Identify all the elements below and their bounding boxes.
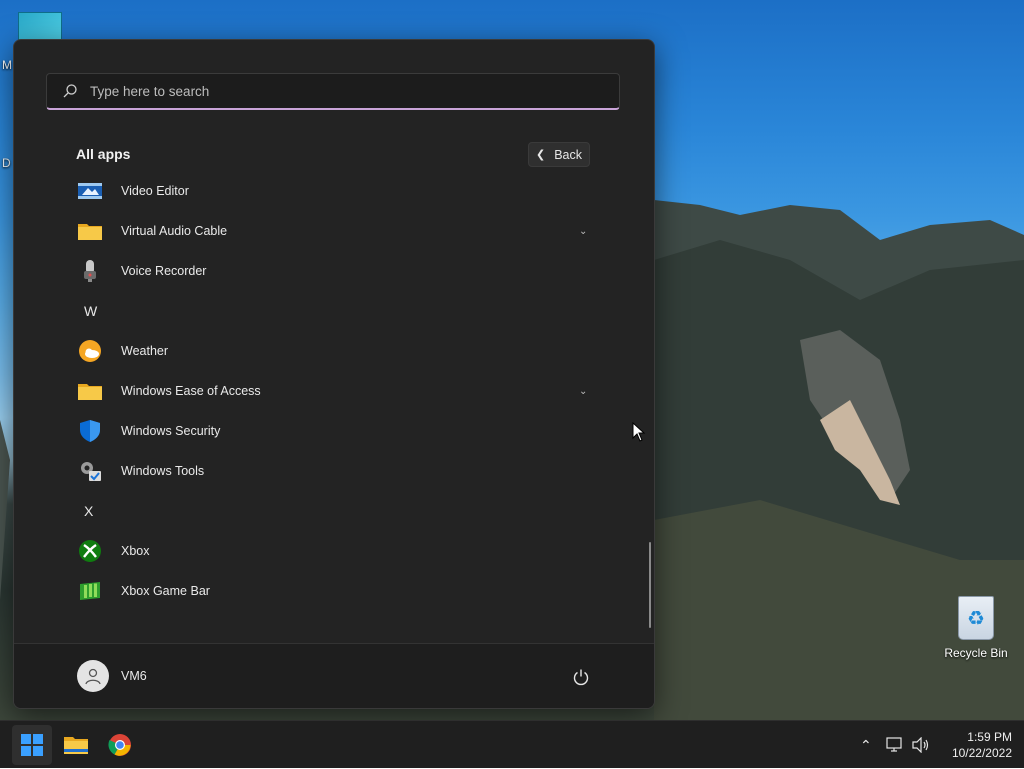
file-explorer-button[interactable] (56, 725, 96, 765)
back-label: Back (554, 147, 582, 162)
avatar[interactable] (77, 660, 109, 692)
show-hidden-icons-button[interactable]: ⌃ (860, 721, 872, 769)
mouse-cursor-icon (632, 422, 646, 442)
folder-icon (78, 379, 102, 403)
clock-date: 10/22/2022 (951, 746, 1012, 760)
shield-icon (78, 419, 102, 443)
app-label: Windows Security (121, 424, 221, 438)
app-item-virtual-audio-cable[interactable]: Virtual Audio Cable ⌄ (14, 211, 654, 251)
network-icon (886, 737, 902, 752)
app-label: Windows Tools (121, 464, 205, 478)
app-label: Video Editor (121, 184, 189, 198)
chevron-down-icon[interactable]: ⌄ (579, 226, 587, 237)
search-icon (63, 84, 77, 98)
letter-header-w[interactable]: W (14, 291, 654, 331)
chrome-button[interactable] (100, 725, 140, 765)
network-button[interactable] (886, 721, 904, 769)
app-label: Virtual Audio Cable (121, 224, 228, 238)
app-item-xbox-game-bar[interactable]: Xbox Game Bar (14, 571, 654, 611)
search-input[interactable] (88, 82, 572, 100)
recycle-bin[interactable]: ♻ Recycle Bin (940, 596, 1012, 660)
app-item-windows-ease-of-access[interactable]: Windows Ease of Access ⌄ (14, 371, 654, 411)
chevron-left-icon: ❮ (535, 149, 546, 161)
microphone-icon (78, 259, 102, 283)
start-button[interactable] (12, 725, 52, 765)
letter-header-x[interactable]: X (14, 491, 654, 531)
volume-icon (912, 737, 929, 753)
app-item-video-editor[interactable]: Video Editor (14, 171, 654, 211)
clock-time: 1:59 PM (967, 730, 1012, 744)
power-icon (573, 669, 589, 686)
app-item-windows-tools[interactable]: Windows Tools (14, 451, 654, 491)
power-button[interactable] (570, 666, 592, 688)
user-name[interactable]: VM6 (121, 669, 147, 683)
xbox-game-bar-icon (78, 579, 102, 603)
back-button[interactable]: ❮ Back (528, 142, 590, 167)
letter-label: X (84, 503, 94, 519)
video-editor-icon (78, 179, 102, 203)
start-menu: All apps ❮ Back Video Editor Virtual Aud… (13, 39, 655, 709)
app-item-windows-security[interactable]: Windows Security (14, 411, 654, 451)
all-apps-list: Video Editor Virtual Audio Cable ⌄ Voice… (14, 171, 654, 611)
weather-icon (78, 339, 102, 363)
scrollbar[interactable] (649, 542, 651, 628)
clock[interactable]: 1:59 PM 10/22/2022 (936, 729, 1012, 761)
app-label: Xbox Game Bar (121, 584, 210, 598)
all-apps-title: All apps (76, 146, 131, 162)
app-label: Windows Ease of Access (121, 384, 261, 398)
volume-button[interactable] (912, 721, 930, 769)
search-box[interactable] (46, 73, 620, 110)
app-label: Voice Recorder (121, 264, 207, 278)
app-label: Xbox (121, 544, 150, 558)
desktop-icon-label-partial: D (2, 156, 11, 170)
folder-icon (78, 219, 102, 243)
chevron-up-icon: ⌃ (860, 736, 872, 753)
start-footer: VM6 (14, 643, 654, 708)
file-explorer-icon (64, 737, 88, 754)
app-item-voice-recorder[interactable]: Voice Recorder (14, 251, 654, 291)
taskbar: ⌃ 1:59 PM 10/22/2022 (0, 720, 1024, 768)
app-item-weather[interactable]: Weather (14, 331, 654, 371)
letter-label: W (84, 303, 98, 319)
xbox-icon (78, 539, 102, 563)
recycle-bin-label: Recycle Bin (944, 646, 1008, 660)
recycle-bin-icon: ♻ (958, 596, 994, 640)
tools-icon (78, 459, 102, 483)
start-icon (21, 734, 43, 756)
chrome-icon (108, 734, 131, 756)
desktop-icon-label-partial: M (2, 58, 12, 72)
app-item-xbox[interactable]: Xbox (14, 531, 654, 571)
user-icon (85, 668, 101, 685)
app-label: Weather (121, 344, 169, 358)
chevron-down-icon[interactable]: ⌄ (579, 386, 587, 397)
